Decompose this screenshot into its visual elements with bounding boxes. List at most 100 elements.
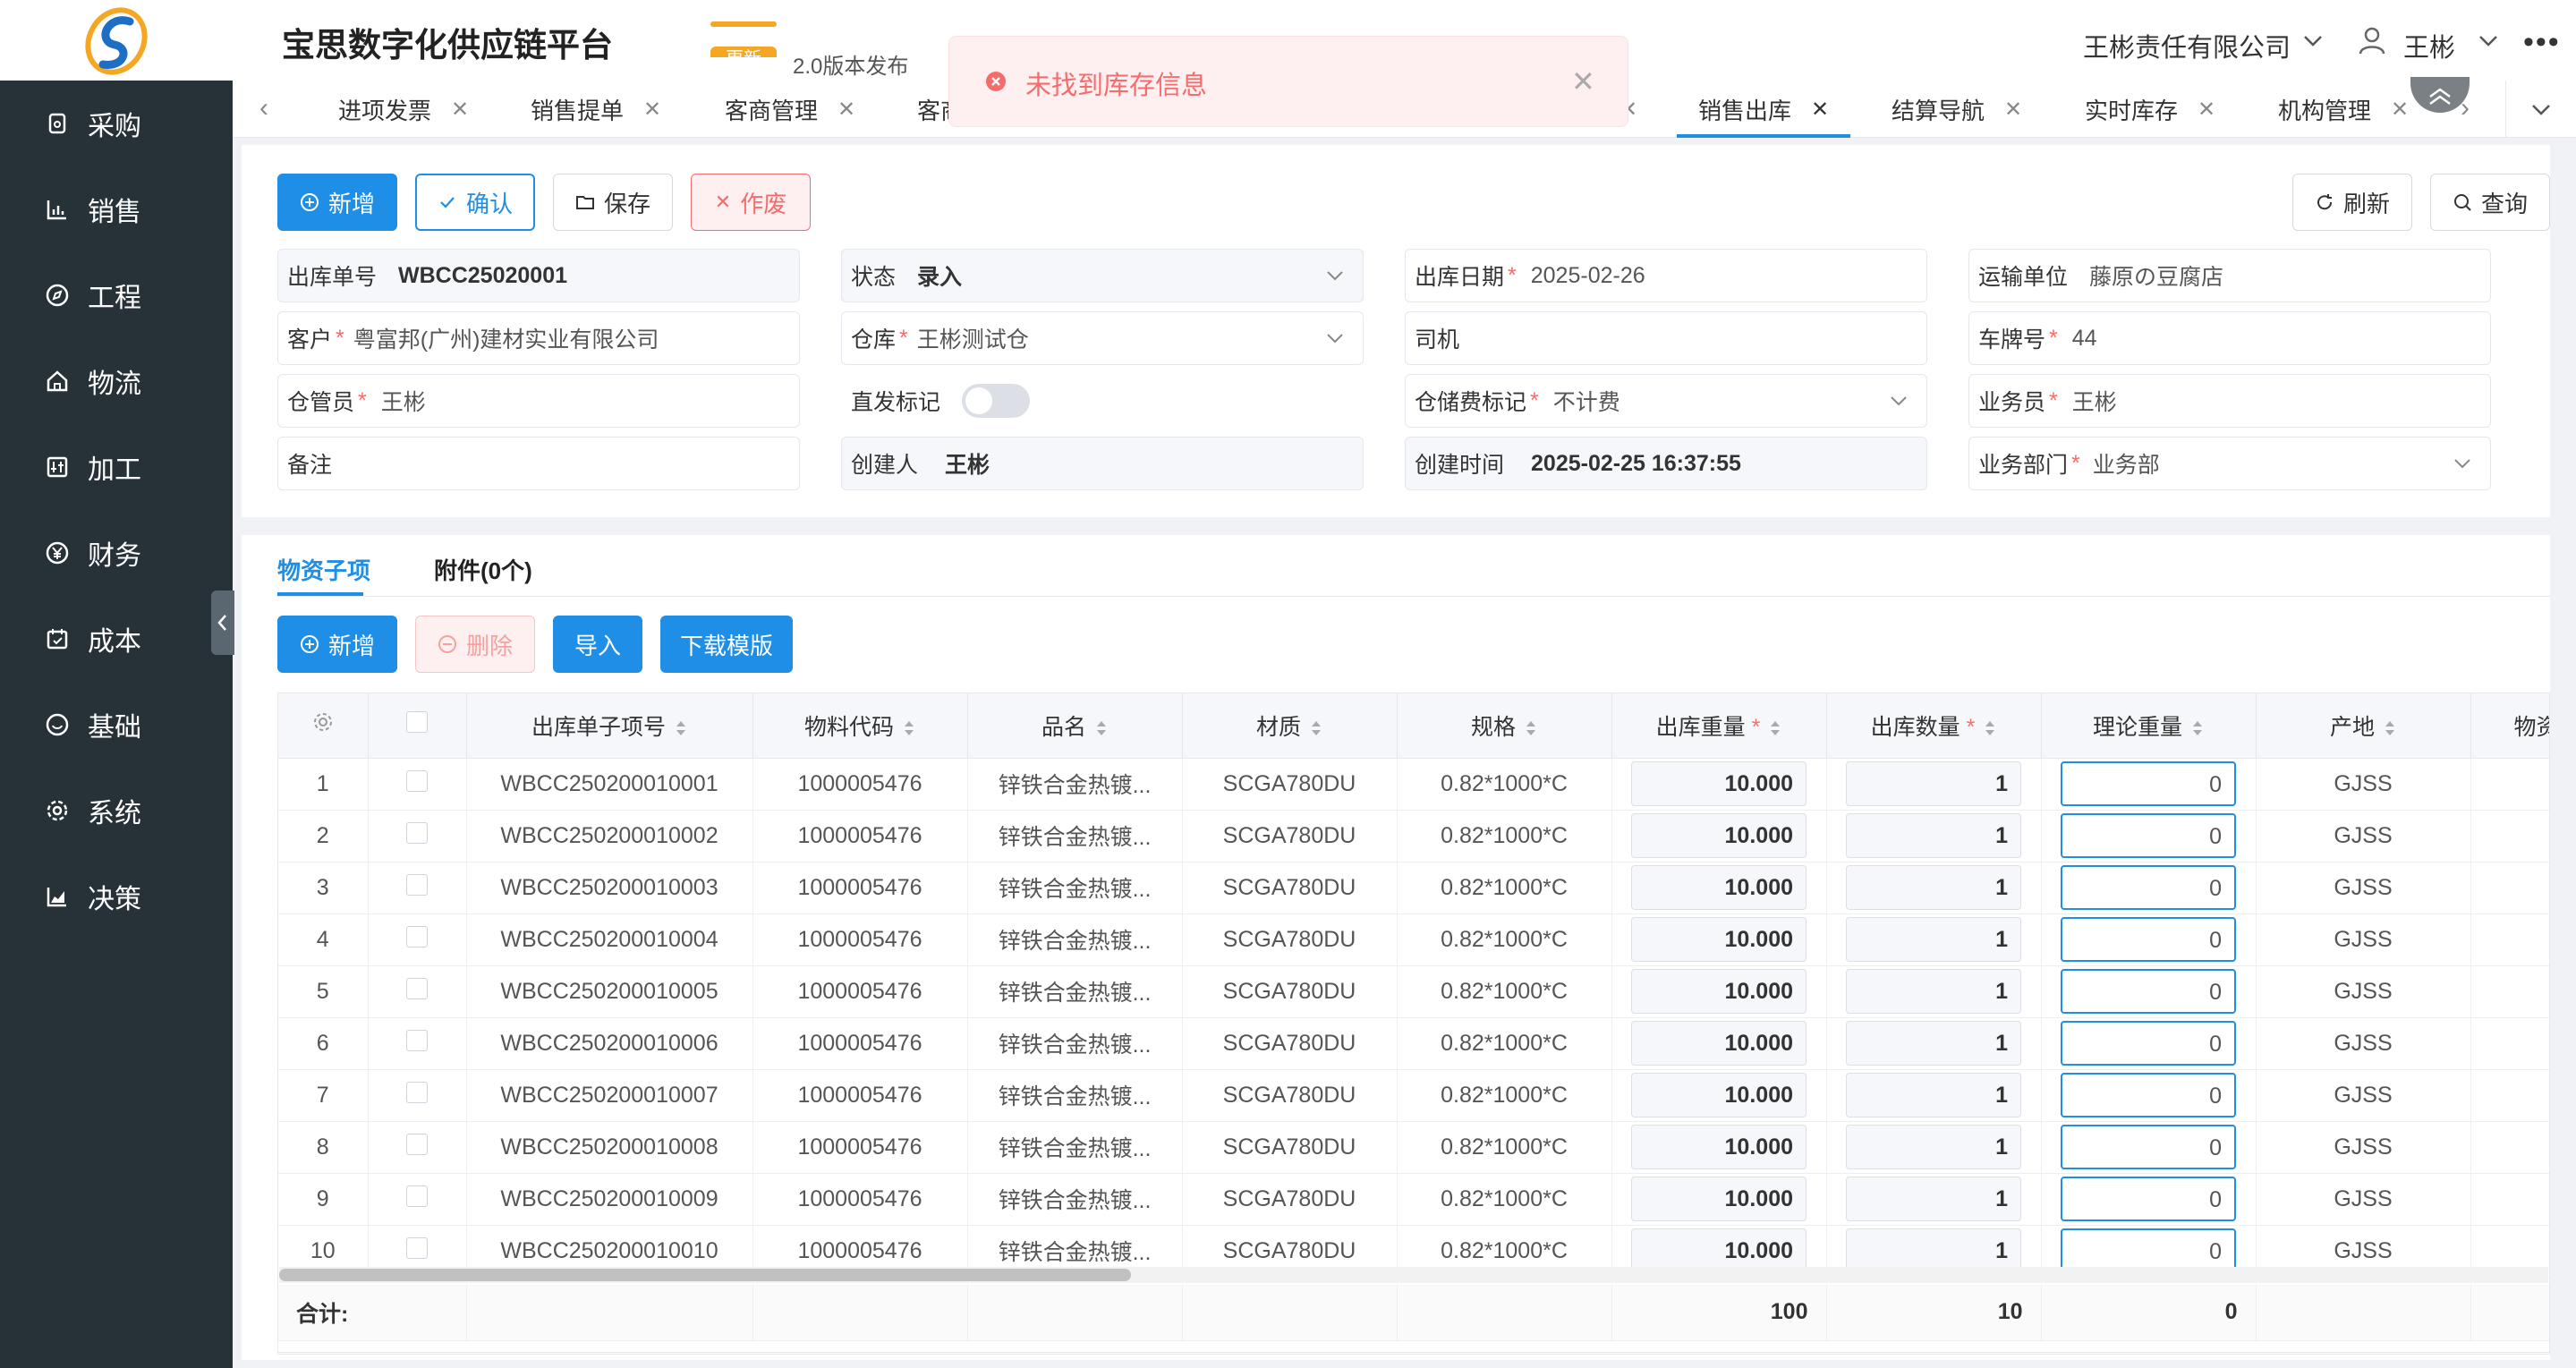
column-header[interactable]: 出库重量 * [1611, 693, 1827, 759]
warehouse-select[interactable]: 仓库 * 王彬测试仓 [841, 311, 1364, 365]
table-row[interactable]: 9 WBCC250200010009 1000005476 锌铁合金热镀... SCGA… [278, 1173, 2549, 1226]
checkbox[interactable] [406, 977, 428, 999]
user-icon[interactable] [2357, 25, 2387, 55]
out-weight-input[interactable]: 10.000 [1631, 1125, 1807, 1169]
void-button[interactable]: ✕ 作废 [691, 174, 811, 231]
row-checkbox-cell[interactable] [368, 1069, 467, 1122]
company-selector[interactable]: 王彬责任有限公司 [2083, 27, 2291, 64]
theory-weight-input[interactable]: 0 [2061, 917, 2236, 962]
query-button[interactable]: 查询 [2430, 174, 2550, 231]
tab-sales-bill[interactable]: 销售提单 ✕ [531, 81, 661, 138]
column-header[interactable]: 材质 [1182, 693, 1398, 759]
download-template-button[interactable]: 下载模版 [660, 616, 793, 673]
out-qty-input[interactable]: 1 [1846, 865, 2021, 910]
sort-icon[interactable] [675, 718, 687, 738]
theory-weight-input[interactable]: 0 [2061, 865, 2236, 910]
close-icon[interactable]: ✕ [2004, 97, 2022, 123]
checkbox[interactable] [406, 873, 428, 896]
column-header[interactable]: 物料代码 [752, 693, 968, 759]
checkbox[interactable] [406, 1081, 428, 1103]
app-logo[interactable] [81, 5, 152, 77]
sidebar-item-logistics[interactable]: 物流 [0, 338, 233, 424]
column-header[interactable]: 品名 [967, 693, 1183, 759]
column-header[interactable]: 产地 [2256, 693, 2471, 759]
order-no-field[interactable]: 出库单号 WBCC25020001 [277, 249, 800, 302]
tab-merchant[interactable]: 客商管理 ✕ [725, 81, 855, 138]
subtab-items[interactable]: 物资子项 [277, 553, 370, 586]
theory-weight-input[interactable]: 0 [2061, 813, 2236, 858]
close-icon[interactable]: ✕ [2391, 97, 2409, 123]
save-button[interactable]: 保存 [553, 174, 673, 231]
out-qty-input[interactable]: 1 [1846, 1021, 2021, 1066]
table-row[interactable]: 5 WBCC250200010005 1000005476 锌铁合金热镀... SCGA… [278, 965, 2549, 1018]
close-icon[interactable]: ✕ [2198, 97, 2215, 123]
out-weight-input[interactable]: 10.000 [1631, 813, 1807, 858]
out-qty-input[interactable]: 1 [1846, 969, 2021, 1014]
sort-icon[interactable] [2191, 718, 2204, 738]
sort-icon[interactable] [1769, 718, 1781, 738]
column-header[interactable]: 规格 [1397, 693, 1612, 759]
table-row[interactable]: 2 WBCC250200010002 1000005476 锌铁合金热镀... SCGA… [278, 810, 2549, 862]
out-qty-input[interactable]: 1 [1846, 917, 2021, 962]
sort-icon[interactable] [1310, 718, 1322, 738]
horizontal-scrollbar[interactable] [279, 1267, 2548, 1283]
out-qty-input[interactable]: 1 [1846, 813, 2021, 858]
sidebar-item-finance[interactable]: 财务 [0, 510, 233, 596]
out-weight-input[interactable]: 10.000 [1631, 1021, 1807, 1066]
status-select[interactable]: 状态 录入 [841, 249, 1364, 302]
checkbox[interactable] [406, 1029, 428, 1051]
close-icon[interactable]: ✕ [837, 97, 855, 123]
row-checkbox-cell[interactable] [368, 1017, 467, 1070]
header-collapse-toggle[interactable] [2410, 77, 2470, 113]
release-notice[interactable]: 2.0版本发布 [793, 48, 908, 79]
carrier-field[interactable]: 运输单位 藤原の豆腐店 [1968, 249, 2491, 302]
tab-inventory[interactable]: 实时库存 ✕ [2085, 81, 2215, 138]
close-icon[interactable]: ✕ [451, 97, 469, 123]
confirm-button[interactable]: 确认 [415, 174, 535, 231]
sort-icon[interactable] [903, 718, 915, 738]
user-menu[interactable]: 王彬 [2403, 27, 2455, 64]
column-settings[interactable] [278, 693, 369, 759]
out-weight-input[interactable]: 10.000 [1631, 865, 1807, 910]
theory-weight-input[interactable]: 0 [2061, 1073, 2236, 1117]
chevron-down-icon[interactable] [2475, 27, 2502, 54]
salesman-field[interactable]: 业务员 * 王彬 [1968, 374, 2491, 428]
checkbox[interactable] [406, 1236, 428, 1259]
checkbox[interactable] [406, 1185, 428, 1207]
detail-delete-button[interactable]: 删除 [415, 616, 535, 673]
out-qty-input[interactable]: 1 [1846, 1125, 2021, 1169]
detail-add-button[interactable]: 新增 [277, 616, 397, 673]
table-row[interactable]: 1 WBCC250200010001 1000005476 锌铁合金热镀... SCGA… [278, 758, 2549, 811]
subtab-attachments[interactable]: 附件(0个) [434, 553, 532, 586]
out-qty-input[interactable]: 1 [1846, 1177, 2021, 1221]
refresh-button[interactable]: 刷新 [2292, 174, 2412, 231]
close-icon[interactable]: ✕ [1571, 64, 1595, 98]
tab-sales-outbound[interactable]: 销售出库 ✕ [1676, 81, 1851, 138]
close-icon[interactable]: ✕ [1811, 97, 1829, 123]
scrollbar-thumb[interactable] [279, 1269, 1131, 1281]
row-checkbox-cell[interactable] [368, 1121, 467, 1174]
sidebar-item-purchase[interactable]: 采购 [0, 81, 233, 166]
import-button[interactable]: 导入 [553, 616, 642, 673]
checkbox[interactable] [406, 925, 428, 947]
remark-field[interactable]: 备注 [277, 437, 800, 490]
theory-weight-input[interactable]: 0 [2061, 1125, 2236, 1169]
table-row[interactable]: 7 WBCC250200010007 1000005476 锌铁合金热镀... SCGA… [278, 1069, 2549, 1122]
sort-icon[interactable] [1984, 718, 1996, 738]
close-icon[interactable]: ✕ [643, 97, 661, 123]
more-icon[interactable]: ••• [2523, 25, 2561, 60]
table-row[interactable]: 3 WBCC250200010003 1000005476 锌铁合金热镀... SCGA… [278, 862, 2549, 914]
sidebar-item-processing[interactable]: 加工 [0, 424, 233, 510]
out-qty-input[interactable]: 1 [1846, 1073, 2021, 1117]
tabs-dropdown[interactable] [2505, 81, 2576, 138]
checkbox[interactable] [406, 821, 428, 844]
plate-field[interactable]: 车牌号 * 44 [1968, 311, 2491, 365]
tab-settlement[interactable]: 结算导航 ✕ [1892, 81, 2022, 138]
row-checkbox-cell[interactable] [368, 913, 467, 966]
column-header[interactable]: 理论重量 [2041, 693, 2257, 759]
sidebar-item-system[interactable]: 系统 [0, 768, 233, 854]
row-checkbox-cell[interactable] [368, 758, 467, 811]
add-button[interactable]: 新增 [277, 174, 397, 231]
theory-weight-input[interactable]: 0 [2061, 969, 2236, 1014]
column-header[interactable]: 物资 [2470, 693, 2549, 759]
